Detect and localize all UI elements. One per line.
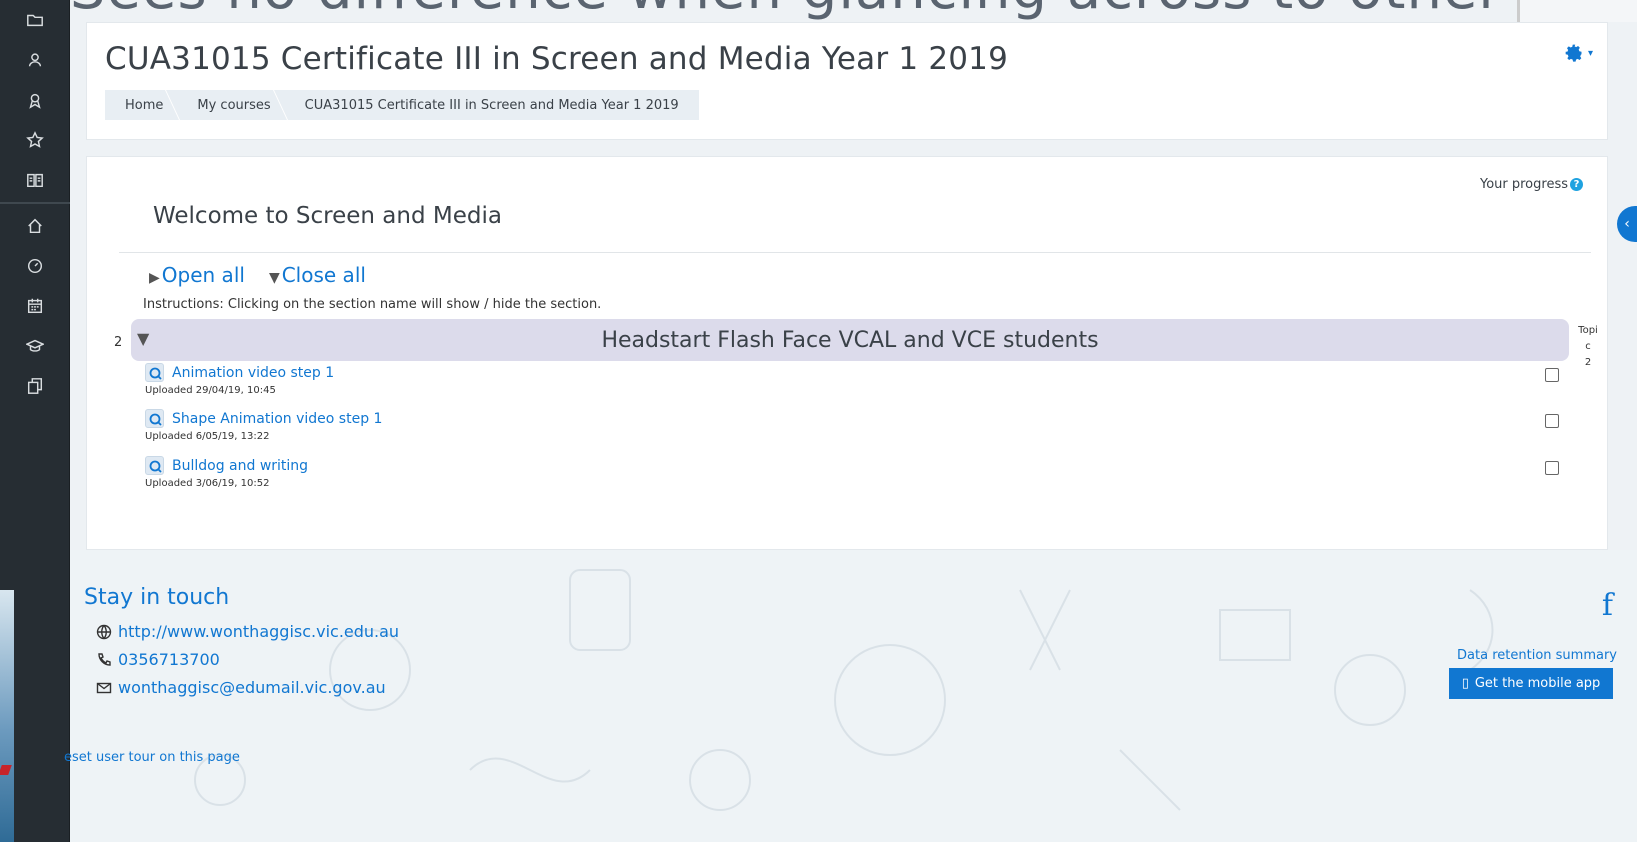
activity-link[interactable]: Bulldog and writing xyxy=(172,458,308,474)
activity-item: Animation video step 1 Uploaded 29/04/19… xyxy=(145,363,334,396)
welcome-heading: Welcome to Screen and Media xyxy=(153,203,502,229)
data-retention-link[interactable]: Data retention summary xyxy=(1457,648,1617,663)
folder-icon[interactable] xyxy=(0,0,70,40)
activity-link[interactable]: Animation video step 1 xyxy=(172,365,334,381)
activity-item: Bulldog and writing Uploaded 3/06/19, 10… xyxy=(145,456,308,489)
reset-tour-link[interactable]: eset user tour on this page xyxy=(64,750,240,765)
section-header[interactable]: ▼ Headstart Flash Face VCAL and VCE stud… xyxy=(131,319,1569,361)
section-title[interactable]: Headstart Flash Face VCAL and VCE studen… xyxy=(601,328,1098,353)
activity-meta: Uploaded 3/06/19, 10:52 xyxy=(145,478,270,489)
mobile-phone-icon: ▯ xyxy=(1461,676,1469,691)
users-icon[interactable] xyxy=(0,40,70,80)
topic-side-label: Topi c 2 xyxy=(1578,325,1598,368)
activity-link[interactable]: Shape Animation video step 1 xyxy=(172,411,382,427)
email-link[interactable]: wonthaggisc@edumail.vic.gov.au xyxy=(96,678,386,697)
book-icon[interactable] xyxy=(0,160,70,200)
course-content: Your progress ? Welcome to Screen and Me… xyxy=(86,156,1608,550)
divider xyxy=(119,252,1591,253)
overlay-caption: Sees no difference when glancing across … xyxy=(70,0,1490,20)
mobile-app-button[interactable]: ▯ Get the mobile app xyxy=(1449,668,1613,699)
page-header: CUA31015 Certificate III in Screen and M… xyxy=(86,22,1608,140)
breadcrumb: Home My courses CUA31015 Certificate III… xyxy=(105,90,699,120)
activity-item: Shape Animation video step 1 Uploaded 6/… xyxy=(145,409,382,442)
close-all-link[interactable]: ▼ Close all xyxy=(269,263,366,287)
stay-in-touch-heading: Stay in touch xyxy=(84,585,230,610)
activity-meta: Uploaded 6/05/19, 13:22 xyxy=(145,431,270,442)
page-footer: Stay in touch http://www.wonthaggisc.vic… xyxy=(64,550,1637,842)
settings-menu[interactable]: ▾ xyxy=(1564,43,1593,63)
website-link[interactable]: http://www.wonthaggisc.vic.edu.au xyxy=(96,622,399,641)
triangle-down-icon: ▼ xyxy=(268,270,280,286)
globe-icon xyxy=(96,624,112,639)
triangle-right-icon: ▶ xyxy=(149,270,160,286)
graduation-cap-icon[interactable] xyxy=(0,326,70,366)
sidebar-divider xyxy=(0,202,70,204)
instructions-text: Instructions: Clicking on the section na… xyxy=(143,297,602,312)
envelope-icon xyxy=(96,682,112,693)
breadcrumb-current-course[interactable]: CUA31015 Certificate III in Screen and M… xyxy=(305,98,679,113)
chevron-down-icon: ▾ xyxy=(1587,47,1593,59)
home-icon[interactable] xyxy=(0,206,70,246)
progress-text: Your progress xyxy=(1479,177,1568,192)
drawer-toggle-tab[interactable]: ‹ xyxy=(1617,206,1637,242)
section-number: 2 xyxy=(114,335,123,350)
section-toggles: ▶ Open all ▼ Close all xyxy=(149,263,366,287)
award-icon[interactable] xyxy=(0,80,70,120)
gear-icon[interactable] xyxy=(1564,43,1584,63)
progress-label: Your progress ? xyxy=(1480,177,1583,192)
completion-checkbox[interactable] xyxy=(1545,414,1559,428)
video-file-icon xyxy=(145,456,164,475)
breadcrumb-home[interactable]: Home xyxy=(125,98,163,113)
overlay-edge xyxy=(1517,0,1637,22)
star-icon[interactable] xyxy=(0,120,70,160)
activity-meta: Uploaded 29/04/19, 10:45 xyxy=(145,385,276,396)
breadcrumb-my-courses[interactable]: My courses xyxy=(197,98,270,113)
completion-checkbox[interactable] xyxy=(1545,461,1559,475)
phone-icon xyxy=(98,652,111,666)
completion-checkbox[interactable] xyxy=(1545,368,1559,382)
phone-link[interactable]: 0356713700 xyxy=(96,650,220,669)
page-title: CUA31015 Certificate III in Screen and M… xyxy=(105,41,1009,77)
chevron-left-icon: ‹ xyxy=(1624,216,1630,232)
video-file-icon xyxy=(145,363,164,382)
open-all-link[interactable]: ▶ Open all xyxy=(149,263,245,287)
video-file-icon xyxy=(145,409,164,428)
facebook-icon[interactable]: f xyxy=(1602,588,1613,623)
help-icon[interactable]: ? xyxy=(1570,178,1583,191)
collapse-triangle-icon: ▼ xyxy=(137,329,150,348)
dashboard-icon[interactable] xyxy=(0,246,70,286)
copy-icon[interactable] xyxy=(0,366,70,406)
background-decoration xyxy=(0,590,14,842)
calendar-icon[interactable] xyxy=(0,286,70,326)
